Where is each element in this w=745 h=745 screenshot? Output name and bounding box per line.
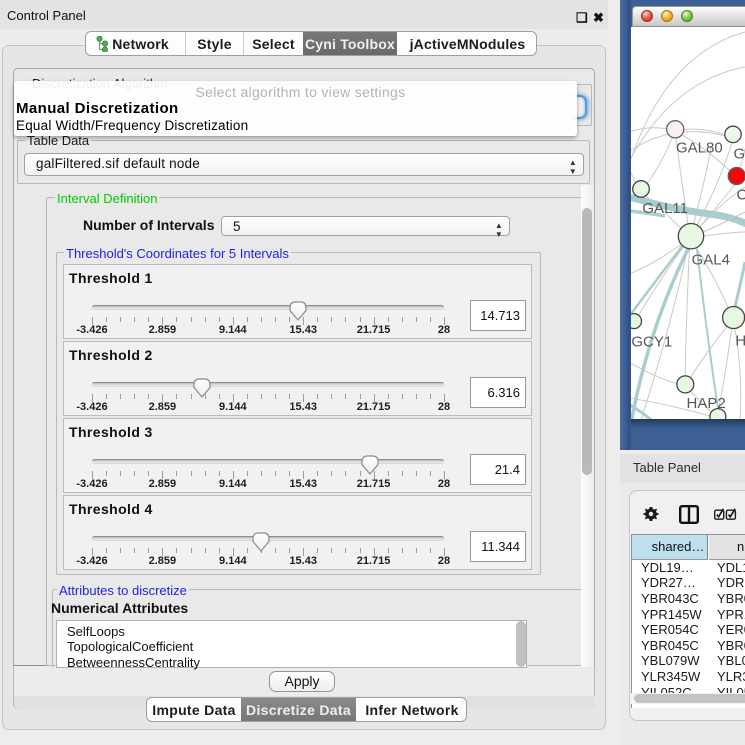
svg-text:GAL4: GAL4 <box>692 251 730 268</box>
svg-text:GCY1: GCY1 <box>631 334 672 351</box>
svg-text:C: C <box>737 187 745 204</box>
svg-text:G.: G. <box>734 146 745 163</box>
svg-text:H: H <box>735 332 745 349</box>
svg-text:HAP2: HAP2 <box>687 395 726 412</box>
svg-text:GAL11: GAL11 <box>642 200 688 217</box>
svg-text:GAL80: GAL80 <box>676 139 723 156</box>
